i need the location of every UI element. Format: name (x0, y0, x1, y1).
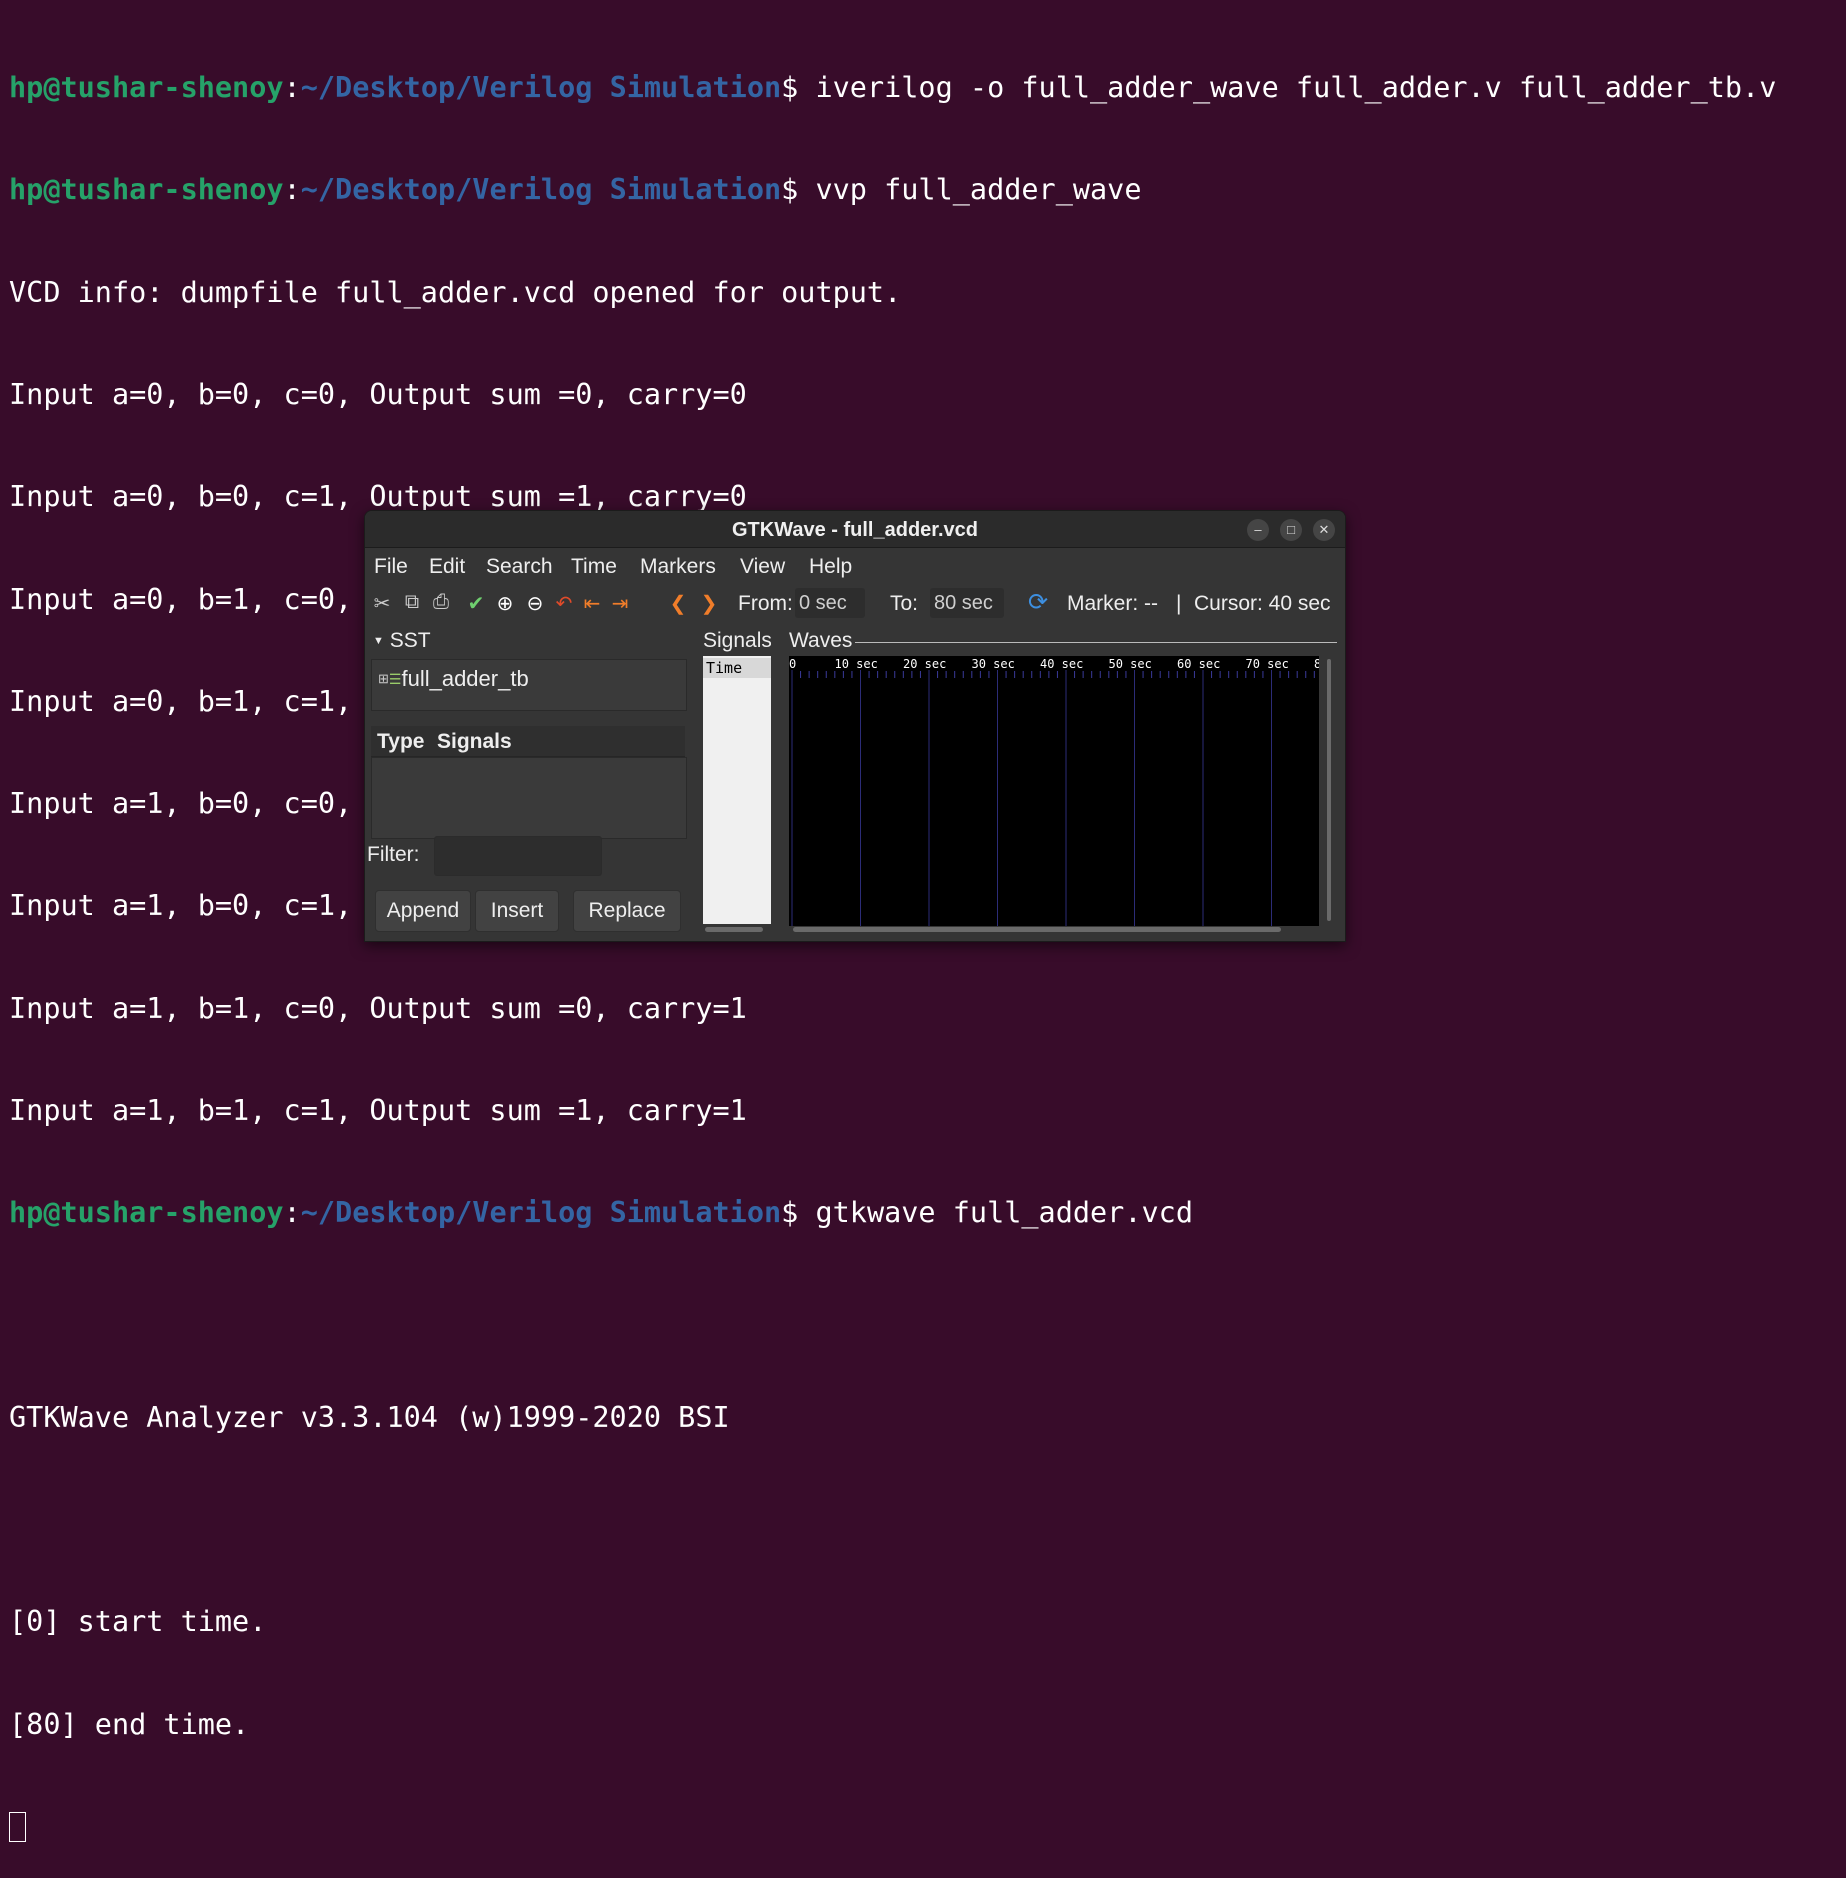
analyzer-line: GTKWave Analyzer v3.3.104 (w)1999-2020 B… (9, 1400, 730, 1434)
prompt-user: hp@tushar-shenoy (9, 1196, 284, 1230)
close-icon[interactable]: ✕ (1313, 519, 1335, 541)
time-tick-label: 60 sec (1177, 657, 1220, 671)
terminal-line: hp@tushar-shenoy:~/Desktop/Verilog Simul… (9, 1196, 1193, 1230)
toolbar: ✂ ⧉ ⎙ ✔ ⊕ ⊖ ↶ ⇤ ⇥ ❮ ❯ From: 0 sec To: 80… (365, 582, 1345, 624)
command-text: iverilog -o full_adder_wave full_adder.v… (798, 71, 1777, 105)
waves-canvas[interactable]: 0 10 sec 20 sec 30 sec 40 sec 50 sec 60 sec 70 … (789, 656, 1319, 926)
tree-item-label: full_adder_tb (401, 666, 529, 691)
reload-icon[interactable]: ⟳ (1025, 588, 1051, 617)
signals-pane-label: Signals (703, 629, 771, 652)
cursor-readout: Cursor: 40 sec (1194, 592, 1331, 615)
waves-pane-label: Waves (789, 629, 853, 652)
menu-file[interactable]: File (374, 555, 408, 579)
time-tick-label: 8 (1314, 657, 1319, 671)
to-label: To: (890, 592, 919, 615)
cut-icon[interactable]: ✂ (369, 591, 395, 616)
cursor-line (9, 1810, 1846, 1844)
result-line: Input a=1, b=1, c=1, Output sum =1, carr… (9, 1094, 747, 1127)
window-title: GTKWave - full_adder.vcd (732, 519, 978, 541)
filter-label: Filter: (367, 843, 420, 866)
maximize-icon[interactable]: □ (1280, 519, 1302, 541)
menu-edit[interactable]: Edit (429, 555, 465, 579)
insert-button[interactable]: Insert (475, 890, 559, 932)
waves-vertical-scrollbar[interactable] (1327, 659, 1331, 921)
waves-background (789, 656, 1319, 926)
prompt-path: ~/Desktop/Verilog Simulation (300, 1196, 782, 1230)
command-text: vvp full_adder_wave (798, 173, 1142, 207)
zoom-fit-icon[interactable]: ✔ (463, 591, 489, 616)
signals-horizontal-scrollbar[interactable] (705, 927, 763, 932)
time-tick-label: 10 sec (835, 657, 878, 671)
paste-icon[interactable]: ⎙ (428, 591, 454, 614)
append-button[interactable]: Append (375, 890, 471, 932)
from-input[interactable]: 0 sec (795, 588, 865, 618)
menu-help[interactable]: Help (809, 555, 852, 579)
module-tree-icon: ☰ (388, 671, 402, 687)
title-bar[interactable]: GTKWave - full_adder.vcd – □ ✕ (365, 511, 1345, 548)
time-tick-label: 30 sec (972, 657, 1015, 671)
waves-horizontal-scrollbar[interactable] (793, 927, 1281, 932)
sst-label: SST (389, 629, 431, 652)
prompt-path: ~/Desktop/Verilog Simulation (300, 173, 782, 207)
signals-list[interactable] (371, 757, 687, 839)
terminal-line: hp@tushar-shenoy:~/Desktop/Verilog Simul… (9, 71, 1777, 105)
zoom-in-icon[interactable]: ⊕ (492, 591, 518, 616)
zoom-start-icon[interactable]: ⇤ (579, 591, 605, 616)
end-time-line: [80] end time. (9, 1707, 250, 1741)
prompt-path: ~/Desktop/Verilog Simulation (300, 71, 782, 105)
time-tick-label: 40 sec (1040, 657, 1083, 671)
time-tick-label: 0 (789, 657, 796, 671)
time-tick-label: 20 sec (903, 657, 946, 671)
to-input[interactable]: 80 sec (930, 588, 1004, 618)
result-line: Input a=1, b=1, c=0, Output sum =0, carr… (9, 991, 747, 1025)
waves-divider (855, 642, 1337, 643)
copy-icon[interactable]: ⧉ (399, 591, 425, 614)
signals-pane[interactable]: Time (703, 656, 771, 924)
menu-bar: File Edit Search Time Markers View Help (365, 548, 1345, 582)
next-edge-icon[interactable]: ❯ (696, 591, 722, 616)
sst-tree[interactable]: ⊞☰full_adder_tb (371, 659, 687, 711)
menu-time[interactable]: Time (571, 555, 617, 579)
menu-search[interactable]: Search (486, 555, 553, 579)
from-label: From: (738, 592, 793, 615)
toolbar-separator: | (1176, 592, 1182, 615)
minimize-icon[interactable]: – (1247, 519, 1269, 541)
prompt-user: hp@tushar-shenoy (9, 173, 284, 207)
prompt-user: hp@tushar-shenoy (9, 71, 284, 105)
expander-arrow-icon: ▼ (373, 635, 384, 647)
terminal-line: hp@tushar-shenoy:~/Desktop/Verilog Simul… (9, 173, 1142, 207)
prev-edge-icon[interactable]: ❮ (665, 591, 691, 616)
tree-item-full-adder-tb[interactable]: ⊞☰full_adder_tb (378, 666, 529, 692)
expand-icon[interactable]: ⊞ (378, 671, 389, 686)
signal-time[interactable]: Time (703, 658, 771, 678)
sst-expander[interactable]: ▼ SST (373, 629, 431, 653)
undo-zoom-icon[interactable]: ↶ (551, 591, 577, 616)
start-time-line: [0] start time. (9, 1605, 267, 1639)
menu-markers[interactable]: Markers (640, 555, 716, 579)
replace-button[interactable]: Replace (573, 890, 681, 932)
gtkwave-window[interactable]: GTKWave - full_adder.vcd – □ ✕ File Edit… (364, 510, 1346, 942)
menu-view[interactable]: View (740, 555, 785, 579)
marker-readout: Marker: -- (1067, 592, 1158, 615)
type-signals-header: Type Signals (371, 726, 685, 757)
zoom-out-icon[interactable]: ⊖ (522, 591, 548, 616)
type-column-header[interactable]: Type (377, 730, 424, 754)
text-cursor (9, 1811, 26, 1842)
vcd-info-line: VCD info: dumpfile full_adder.vcd opened… (9, 275, 902, 309)
time-tick-label: 70 sec (1246, 657, 1289, 671)
signals-column-header[interactable]: Signals (437, 730, 512, 754)
zoom-end-icon[interactable]: ⇥ (607, 591, 633, 616)
result-line: Input a=0, b=0, c=0, Output sum =0, carr… (9, 378, 747, 412)
time-tick-label: 50 sec (1109, 657, 1152, 671)
filter-input[interactable] (434, 836, 602, 876)
command-text: gtkwave full_adder.vcd (798, 1196, 1193, 1230)
